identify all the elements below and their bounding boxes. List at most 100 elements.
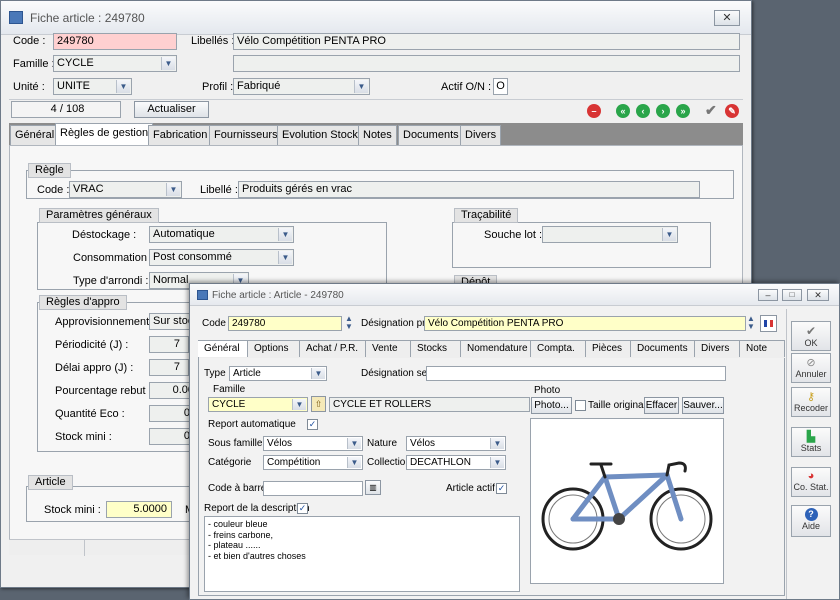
tab-vente[interactable]: Vente (366, 340, 411, 357)
code-spinner-icon[interactable]: ▲ ▼ (345, 315, 353, 331)
profil-select[interactable]: Fabriqué ▼ (233, 78, 370, 95)
code-barre-field[interactable] (263, 481, 363, 496)
destockage-label: Déstockage : (72, 229, 137, 241)
language-flag-icon[interactable] (760, 315, 777, 332)
maximize-icon[interactable]: □ (782, 289, 802, 301)
recoder-button[interactable]: ⚷ Recoder (791, 387, 831, 417)
famille-select[interactable]: CYCLE ▼ (208, 397, 308, 412)
refresh-button[interactable]: Actualiser (134, 101, 209, 118)
sauver-button[interactable]: Sauver... (682, 397, 724, 414)
taille-originale-checkbox[interactable] (575, 400, 586, 411)
ok-button[interactable]: ✔ OK (791, 321, 831, 351)
libelles-field[interactable]: Vélo Compétition PENTA PRO (233, 33, 740, 50)
validate-icon[interactable]: ✔ (705, 102, 717, 119)
barcode-icon[interactable]: ▥ (365, 480, 381, 495)
tab-general[interactable]: Général (198, 340, 248, 357)
libelles-field-2[interactable] (233, 55, 740, 72)
tab-evolution-stock[interactable]: Evolution Stock (277, 125, 363, 145)
tab-fournisseurs[interactable]: Fournisseurs (209, 125, 283, 145)
tab-note[interactable]: Note (740, 340, 785, 357)
previous-record-icon[interactable]: ‹ (636, 104, 650, 118)
tab-documents[interactable]: Documents (631, 340, 695, 357)
tab-fabrication[interactable]: Fabrication (148, 125, 213, 145)
destockage-select[interactable]: Automatique ▼ (149, 226, 294, 243)
unite-select[interactable]: UNITE ▼ (53, 78, 132, 95)
tab-pieces[interactable]: Pièces (586, 340, 631, 357)
first-record-icon[interactable]: « (616, 104, 630, 118)
tab-options[interactable]: Options (248, 340, 300, 357)
close-icon[interactable]: ✕ (714, 10, 740, 26)
up-folder-icon[interactable]: ⇧ (311, 396, 326, 412)
last-record-icon[interactable]: » (676, 104, 690, 118)
check-icon: ✔ (805, 324, 817, 338)
designation-field[interactable]: Vélo Compétition PENTA PRO (424, 316, 746, 331)
stats-button[interactable]: ▙ Stats (791, 427, 831, 457)
cancel-icon: ⊘ (806, 357, 816, 369)
report-desc-checkbox[interactable]: ✓ (297, 503, 308, 514)
cancel-icon[interactable]: ✎ (725, 104, 739, 118)
pie-chart-icon: ◕ (807, 470, 815, 482)
designation-sec-field[interactable] (426, 366, 726, 381)
tab-documents[interactable]: Documents (398, 125, 464, 145)
photo-button[interactable]: Photo... (531, 397, 572, 414)
categorie-select[interactable]: Compétition ▼ (263, 455, 363, 470)
chevron-down-icon: ▼ (278, 251, 292, 264)
collection-select[interactable]: DECATHLON ▼ (406, 455, 506, 470)
souche-lot-select[interactable]: ▼ (542, 226, 678, 243)
co-stat-button[interactable]: ◕ Co. Stat. (791, 467, 831, 497)
bike-frame (570, 472, 684, 522)
famille-desc-field: CYCLE ET ROLLERS (329, 397, 530, 412)
minimize-icon[interactable]: – (758, 289, 778, 301)
chevron-down-icon: ▼ (292, 399, 306, 410)
tab-notes[interactable]: Notes (358, 125, 397, 145)
actif-field[interactable]: O (493, 78, 508, 95)
close-icon[interactable]: ✕ (807, 289, 829, 301)
tab-general[interactable]: Général (10, 125, 60, 145)
article-stock-mini-field[interactable]: 5.0000 (106, 501, 172, 518)
collection-label: Collection (367, 457, 411, 468)
photo-header: Photo (534, 385, 561, 396)
delai-label: Délai appro (J) : (55, 362, 134, 374)
consommation-value: Post consommé (153, 251, 232, 263)
article-stock-mini-label: Stock mini : (44, 504, 101, 516)
aide-button[interactable]: ? Aide (791, 505, 831, 537)
article-actif-checkbox[interactable]: ✓ (496, 483, 507, 494)
code-field[interactable]: 249780 (53, 33, 177, 50)
tab-nomendature[interactable]: Nomendature (461, 340, 531, 357)
description-line: - et bien d'autres choses (208, 550, 306, 561)
code-label: Code (202, 318, 226, 329)
regle-code-select[interactable]: VRAC ▼ (69, 181, 182, 198)
tab-stocks[interactable]: Stocks (411, 340, 461, 357)
report-desc-label: Report de la description (204, 503, 310, 514)
report-auto-checkbox[interactable]: ✓ (307, 419, 318, 430)
designation-spinner-icon[interactable]: ▲ ▼ (747, 315, 755, 331)
effacer-button[interactable]: Effacer (644, 397, 679, 414)
stock-mini-appro-label: Stock mini : (55, 431, 112, 443)
libelles-label: Libellés : (191, 35, 235, 47)
sous-famille-select[interactable]: Vélos ▼ (263, 436, 363, 451)
regle-libelle-field[interactable]: Produits gérés en vrac (238, 181, 700, 198)
side-divider (786, 309, 787, 599)
tab-achat-pr[interactable]: Achat / P.R. (300, 340, 366, 357)
consommation-select[interactable]: Post consommé ▼ (149, 249, 294, 266)
tab-divers[interactable]: Divers (695, 340, 740, 357)
window-title: Fiche article : Article - 249780 (212, 290, 344, 301)
co-stat-label: Co. Stat. (793, 482, 829, 492)
tab-compta[interactable]: Compta. (531, 340, 586, 357)
delai-field[interactable]: 7 (149, 359, 189, 376)
bike-photo (530, 418, 724, 584)
description-textarea[interactable]: - couleur bleue - freins carbone, - plat… (204, 516, 520, 592)
profil-value: Fabriqué (237, 80, 281, 92)
type-select[interactable]: Article ▼ (229, 366, 327, 381)
delete-icon[interactable]: – (587, 104, 601, 118)
annuler-button[interactable]: ⊘ Annuler (791, 353, 831, 383)
chevron-down-icon: ▼ (490, 438, 504, 449)
periodicite-field[interactable]: 7 (149, 336, 189, 353)
nature-select[interactable]: Vélos ▼ (406, 436, 506, 451)
code-field[interactable]: 249780 (228, 316, 342, 331)
tab-regles-de-gestion[interactable]: Règles de gestion (55, 123, 154, 145)
rebut-label: Pourcentage rebut : (55, 385, 152, 397)
next-record-icon[interactable]: › (656, 104, 670, 118)
famille-select[interactable]: CYCLE ▼ (53, 55, 177, 72)
tab-divers[interactable]: Divers (460, 125, 502, 145)
